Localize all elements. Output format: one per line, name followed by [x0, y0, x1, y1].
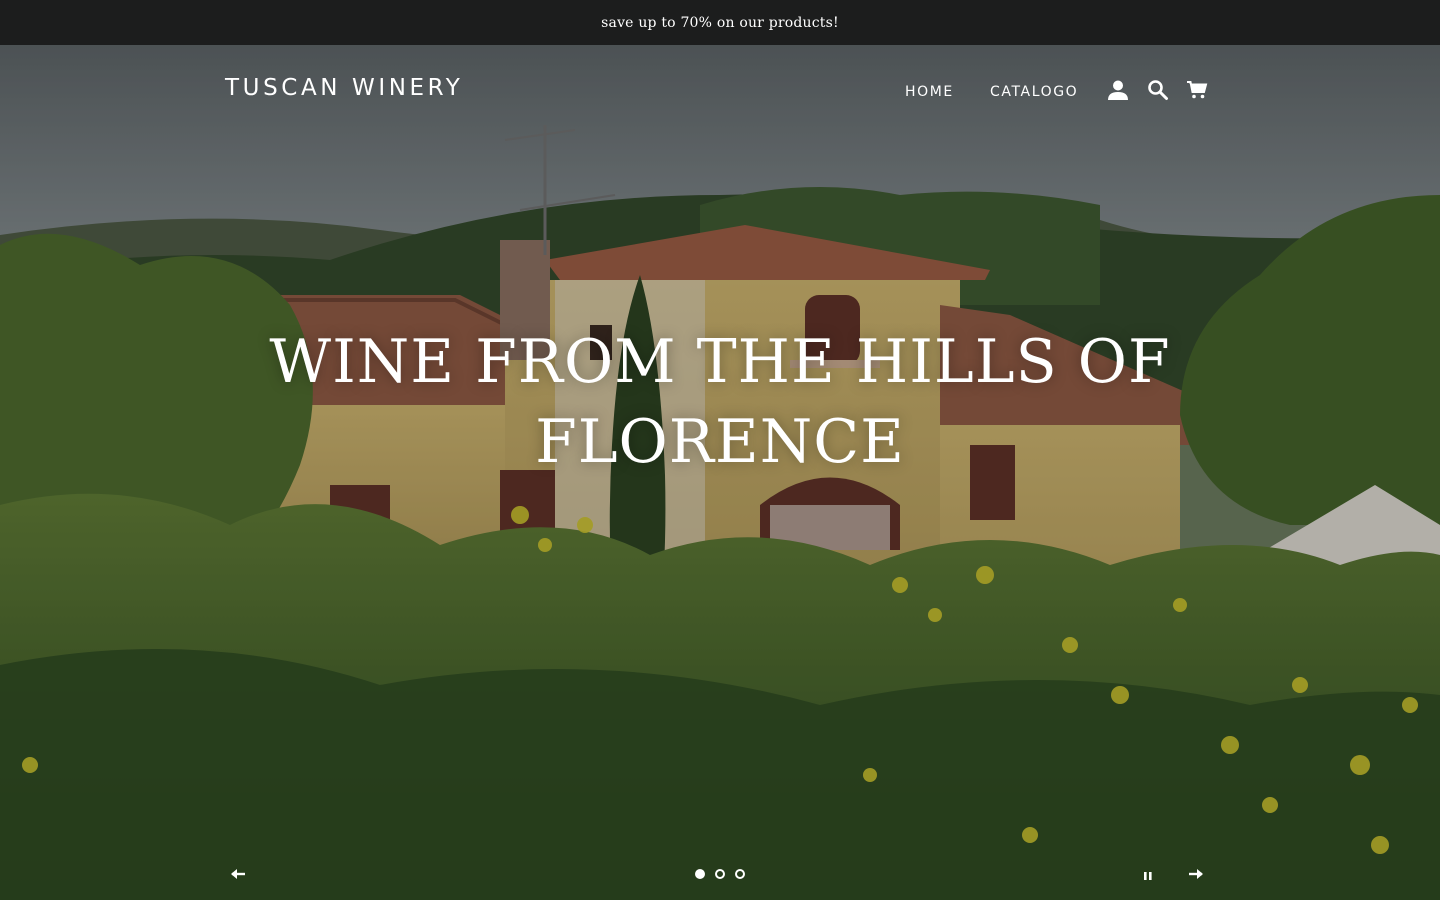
slide-dot-2[interactable]	[715, 869, 725, 879]
slide-dot-3[interactable]	[735, 869, 745, 879]
nav-home[interactable]: HOME	[905, 84, 954, 100]
account-icon[interactable]	[1107, 79, 1129, 101]
announcement-bar: save up to 70% on our products!	[0, 0, 1440, 45]
hero-title: WINE FROM THE HILLS OF FLORENCE	[269, 327, 1171, 477]
arrow-left-icon[interactable]	[226, 862, 250, 886]
announcement-text: save up to 70% on our products!	[601, 14, 839, 31]
cart-icon[interactable]	[1186, 79, 1208, 101]
arrow-right-icon[interactable]	[1184, 862, 1208, 886]
pause-icon[interactable]	[1138, 866, 1158, 886]
nav-catalogo[interactable]: CATALOGO	[990, 84, 1078, 100]
search-icon[interactable]	[1147, 79, 1169, 101]
slide-dot-1[interactable]	[695, 869, 705, 879]
slide-dots	[690, 865, 750, 883]
site-logo[interactable]: TUSCAN WINERY	[225, 75, 463, 101]
site-header: TUSCAN WINERY HOME CATALOGO	[0, 45, 1440, 135]
